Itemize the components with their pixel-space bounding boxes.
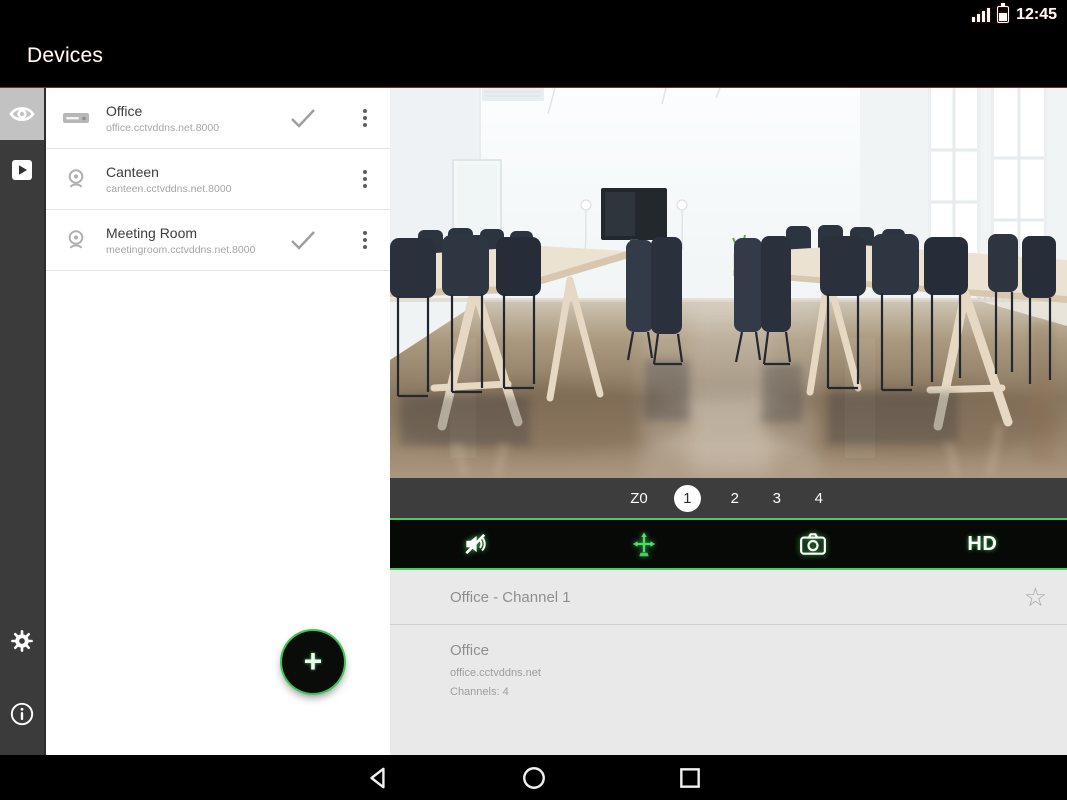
device-address: meetingroom.cctvddns.net.8000 <box>106 243 256 256</box>
tab-about[interactable] <box>0 688 44 740</box>
check-placeholder <box>288 167 322 191</box>
play-icon <box>12 160 32 180</box>
app-header: 12:45 Devices <box>0 0 1067 88</box>
app-screen: 12:45 Devices Office office.cctvddns.net… <box>0 0 1067 800</box>
device-row-meeting-room[interactable]: Meeting Room meetingroom.cctvddns.net.80… <box>46 210 390 271</box>
device-info-channels: Channels: 4 <box>450 686 509 698</box>
device-name: Office <box>106 102 143 119</box>
favorite-star-icon[interactable]: ☆ <box>1024 584 1047 610</box>
device-address: office.cctvddns.net.8000 <box>106 121 220 134</box>
channel-selector: Z0 1 2 3 4 <box>390 478 1067 518</box>
home-button[interactable] <box>511 760 557 796</box>
home-icon <box>522 766 545 789</box>
plus-icon: + <box>303 642 323 679</box>
device-menu-button[interactable] <box>352 225 378 255</box>
quality-button[interactable]: HD <box>898 520 1067 568</box>
ip-camera-icon <box>61 167 91 191</box>
mute-button[interactable] <box>390 520 559 568</box>
check-icon <box>288 228 322 252</box>
device-name: Canteen <box>106 163 159 180</box>
back-button[interactable] <box>355 760 401 796</box>
info-icon <box>10 702 34 726</box>
ip-camera-icon <box>61 228 91 252</box>
dvr-icon <box>61 107 91 129</box>
device-name: Meeting Room <box>106 224 198 241</box>
device-menu-button[interactable] <box>352 164 378 194</box>
device-info-name: Office <box>450 642 489 659</box>
device-row-office[interactable]: Office office.cctvddns.net.8000 <box>46 88 390 149</box>
content-area: Office office.cctvddns.net.8000 Canteen … <box>0 88 1067 755</box>
android-nav-bar <box>0 755 1067 800</box>
device-info-address: office.cctvddns.net <box>450 667 541 679</box>
device-address: canteen.cctvddns.net.8000 <box>106 182 232 195</box>
device-details: Office office.cctvddns.net Channels: 4 <box>390 625 1067 698</box>
signal-bars-icon <box>972 8 991 25</box>
check-icon <box>288 106 322 130</box>
nav-rail <box>0 88 44 755</box>
channel-2[interactable]: 2 <box>727 490 743 507</box>
battery-icon <box>997 3 1010 23</box>
mute-icon <box>465 533 486 555</box>
device-list: Office office.cctvddns.net.8000 Canteen … <box>44 88 390 755</box>
camera-feed-meeting-room <box>390 88 1067 478</box>
header-divider <box>0 87 1067 88</box>
player-pane: Z0 1 2 3 4 HD Office - Channel 1 ☆ Offic… <box>390 88 1067 755</box>
hd-label: HD <box>967 532 998 555</box>
snapshot-button[interactable] <box>729 520 898 568</box>
recents-button[interactable] <box>667 760 713 796</box>
back-icon <box>369 767 385 788</box>
channel-1-selected[interactable]: 1 <box>673 484 701 512</box>
tab-settings[interactable] <box>0 615 44 667</box>
status-bar: 12:45 <box>972 3 1057 25</box>
ptz-button[interactable] <box>559 520 728 568</box>
device-menu-button[interactable] <box>352 103 378 133</box>
channel-4[interactable]: 4 <box>811 490 827 507</box>
device-row-canteen[interactable]: Canteen canteen.cctvddns.net.8000 <box>46 149 390 210</box>
ptz-pan-icon <box>632 532 655 557</box>
channel-3[interactable]: 3 <box>769 490 785 507</box>
stream-info-panel: Office - Channel 1 ☆ Office office.cctvd… <box>390 570 1067 755</box>
recents-icon <box>679 767 700 788</box>
add-device-button[interactable]: + <box>282 631 344 693</box>
channel-z0[interactable]: Z0 <box>630 490 648 507</box>
live-video-frame[interactable] <box>390 88 1067 478</box>
clock-text: 12:45 <box>1016 6 1057 23</box>
tab-live-view[interactable] <box>0 88 44 140</box>
stream-title-row: Office - Channel 1 ☆ <box>390 570 1067 625</box>
page-title: Devices <box>27 44 104 67</box>
gear-icon <box>11 630 33 652</box>
snapshot-icon <box>800 533 827 555</box>
stream-title: Office - Channel 1 <box>450 588 571 606</box>
tab-playback[interactable] <box>0 144 44 196</box>
player-toolbar: HD <box>390 518 1067 570</box>
eye-icon <box>9 107 35 121</box>
